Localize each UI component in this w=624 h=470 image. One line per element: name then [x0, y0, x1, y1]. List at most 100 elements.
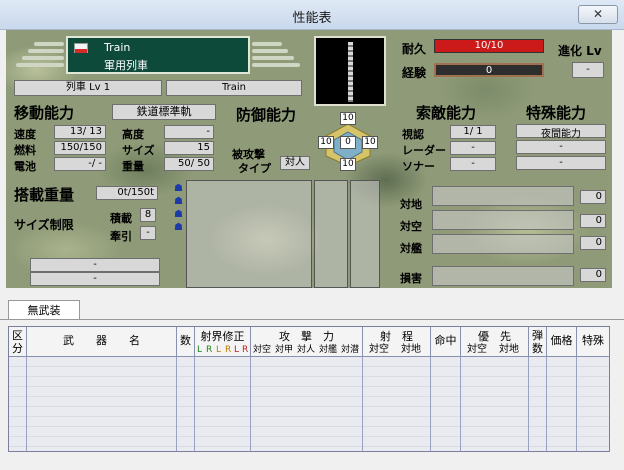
radar-value: - [450, 141, 496, 155]
range-ground: 対地 [401, 344, 421, 355]
unit-portrait [314, 36, 386, 106]
col-count: 数 [177, 327, 195, 357]
defense-title: 防御能力 [236, 106, 297, 124]
fuel-label: 燃料 [14, 144, 36, 157]
col-attack: 攻 撃 力 対空 対甲 対人 対艦 対潜 [251, 327, 363, 357]
priority-ground: 対地 [499, 344, 519, 355]
nation-flag-icon [74, 43, 88, 53]
defense-left: 10 [318, 136, 334, 149]
fuel-value: 150/150 [54, 141, 106, 155]
cells-attack [251, 357, 363, 451]
unit-name-plate: Train 軍用列車 [66, 36, 250, 74]
unit-status-panel: Train 軍用列車 列車 Lv 1 Train 耐久 10/10 経験 0 進… [6, 30, 612, 288]
cargo-person-icon: ☗ ☗ ☗ ☗ [174, 183, 183, 233]
vision-value: 1/ 1 [450, 125, 496, 139]
damage-value: 0 [580, 268, 606, 282]
atk-infantry: 対人 [297, 345, 316, 355]
defense-bottom: 10 [340, 158, 356, 171]
train-sprite-icon [348, 42, 353, 102]
mobility-title: 移動能力 [14, 104, 75, 122]
cells-count [177, 357, 195, 451]
evolve-value: - [572, 62, 604, 78]
exp-bar: 0 [434, 63, 544, 77]
unit-rank: 列車 Lv 1 [14, 80, 162, 96]
battery-value: -/ - [54, 157, 106, 171]
cells-special [577, 357, 609, 451]
unit-class-text: Train [222, 82, 246, 93]
unit-rank-text: 列車 Lv 1 [65, 82, 111, 93]
atk-ship: 対艦 [319, 345, 338, 355]
endurance-value: 10/10 [474, 40, 504, 51]
vs-ship-label: 対艦 [400, 242, 422, 255]
move-type: 鉄道標準軌 [112, 104, 216, 120]
weapon-table: 区分 武 器 名 数 射界修正 L R L R L R 攻 撃 力 対空 対甲 … [8, 326, 610, 452]
damage-label: 損害 [400, 272, 422, 285]
tow-value: - [140, 226, 156, 240]
special-item-1: 夜間能力 [516, 124, 606, 140]
atk-air: 対空 [253, 345, 272, 355]
tab-no-weapon[interactable]: 無武装 [8, 300, 80, 320]
speed-label: 速度 [14, 128, 36, 141]
cargo-slot-1: - [30, 258, 160, 272]
col-range: 射 程 対空 対地 [363, 327, 431, 357]
special-item-2: - [516, 140, 606, 154]
exp-value: 0 [485, 65, 493, 76]
sonar-value: - [450, 157, 496, 171]
endurance-label: 耐久 [402, 42, 427, 56]
exp-label: 経験 [402, 66, 427, 80]
rf-r1: R [206, 345, 213, 355]
title-bar: 性能表 ✕ [0, 0, 624, 30]
altitude-value: - [164, 125, 214, 139]
defense-center: 0 [340, 136, 356, 149]
size-label: サイズ [122, 144, 155, 157]
type-label: タイプ [238, 162, 271, 175]
cells-kubun [9, 357, 27, 451]
tow-label: 牽引 [110, 230, 132, 243]
rf-r2: R [225, 345, 232, 355]
cargo-weight-value: 0t/150t [96, 186, 158, 200]
atk-sub: 対潜 [341, 345, 360, 355]
cells-range-fix [195, 357, 251, 451]
col-accuracy: 命中 [431, 327, 461, 357]
cargo-grid-col-3 [350, 180, 380, 288]
priority-air: 対空 [467, 344, 487, 355]
cells-accuracy [431, 357, 461, 451]
cells-priority [461, 357, 529, 451]
special-title: 特殊能力 [526, 104, 587, 122]
evolve-label: 進化 Lv [558, 44, 602, 58]
left-wing-emblem [14, 40, 64, 72]
vision-label: 視認 [402, 128, 424, 141]
vs-air-bar [432, 210, 574, 230]
speed-value: 13/ 13 [54, 125, 106, 139]
unit-name-en: Train [104, 41, 131, 54]
col-weapon-name: 武 器 名 [27, 327, 177, 357]
weapon-tabs: 無武装 [0, 296, 624, 324]
close-button[interactable]: ✕ [578, 5, 618, 24]
size-limit-label: サイズ制限 [14, 218, 74, 232]
load-value: 8 [140, 208, 156, 222]
cells-price [547, 357, 577, 451]
defense-type-value: 対人 [280, 156, 310, 170]
col-kubun: 区分 [9, 327, 27, 357]
size-value: 15 [164, 141, 214, 155]
vs-ship-value: 0 [580, 236, 606, 250]
altitude-label: 高度 [122, 128, 144, 141]
rf-l3: L [234, 345, 240, 355]
range-air: 対空 [369, 344, 389, 355]
evolve-value-text: - [586, 64, 590, 75]
col-price: 価格 [547, 327, 577, 357]
rf-l2: L [216, 345, 222, 355]
vs-ground-value: 0 [580, 190, 606, 204]
damage-bar [432, 266, 574, 286]
col-special: 特殊 [577, 327, 609, 357]
range-fix-label: 射界修正 [200, 330, 245, 343]
col-range-fix: 射界修正 L R L R L R [195, 327, 251, 357]
endurance-bar: 10/10 [434, 39, 544, 53]
vs-ground-bar [432, 186, 574, 206]
col-priority: 優 先 対空 対地 [461, 327, 529, 357]
unit-class: Train [166, 80, 302, 96]
vs-ground-label: 対地 [400, 198, 422, 211]
load-label: 積載 [110, 212, 132, 225]
cells-ammo [529, 357, 547, 451]
right-wing-emblem [252, 40, 302, 72]
